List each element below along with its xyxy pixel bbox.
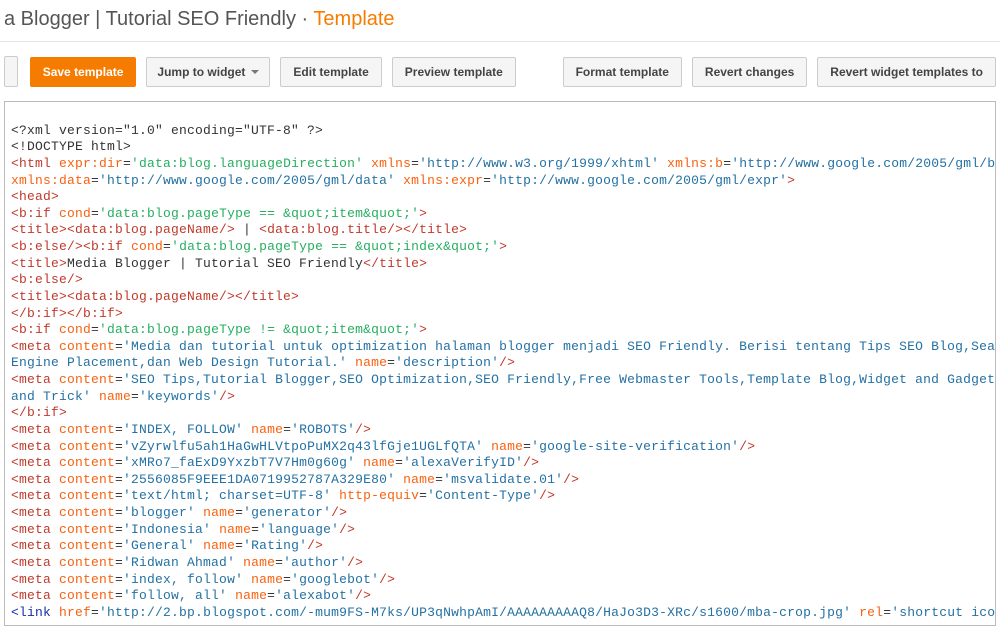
- back-button-edge[interactable]: [4, 56, 18, 87]
- title-section: Template: [313, 8, 394, 30]
- format-template-button[interactable]: Format template: [563, 57, 682, 87]
- page-title: a Blogger | Tutorial SEO Friendly · Temp…: [4, 8, 1000, 31]
- preview-template-button[interactable]: Preview template: [392, 57, 516, 87]
- template-code-editor[interactable]: <?xml version="1.0" encoding="UTF-8" ?> …: [4, 101, 996, 626]
- title-text: a Blogger | Tutorial SEO Friendly ·: [4, 8, 313, 30]
- caret-down-icon: [251, 70, 259, 74]
- save-template-button[interactable]: Save template: [30, 57, 137, 87]
- revert-changes-button[interactable]: Revert changes: [692, 57, 807, 87]
- revert-widget-templates-button[interactable]: Revert widget templates to: [817, 57, 996, 87]
- page-header: a Blogger | Tutorial SEO Friendly · Temp…: [0, 0, 1000, 42]
- edit-template-button[interactable]: Edit template: [280, 57, 381, 87]
- jump-to-widget-dropdown[interactable]: Jump to widget: [146, 57, 270, 87]
- toolbar: Save template Jump to widget Edit templa…: [0, 42, 1000, 101]
- jump-label: Jump to widget: [157, 65, 245, 79]
